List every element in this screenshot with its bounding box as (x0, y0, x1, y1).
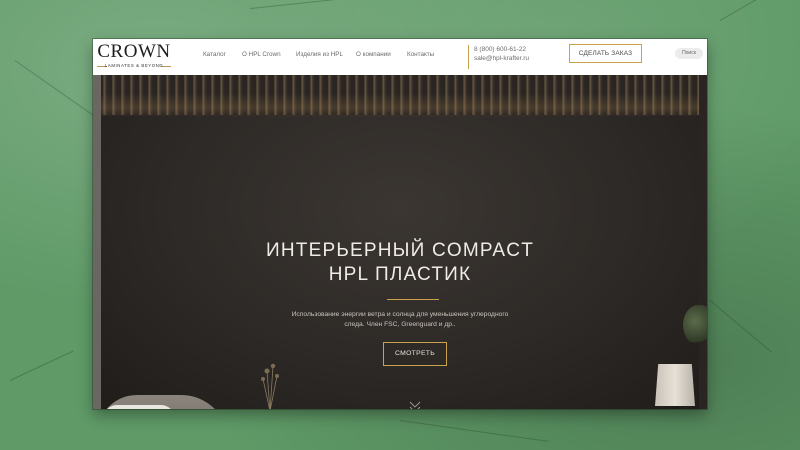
scroll-down-icon[interactable] (409, 400, 421, 409)
slats-light-glow (99, 93, 699, 117)
background-scratch (709, 300, 772, 353)
hero-description-line2: следа. Член FSC, Greenguard и др.. (344, 321, 456, 328)
hero-gold-divider (387, 299, 439, 300)
dried-flowers-decor (261, 363, 279, 409)
cushion-decor (103, 405, 175, 409)
phone-link[interactable]: 8 (800) 600-61-22 (474, 46, 526, 54)
nav-item-catalog[interactable]: Каталог (203, 51, 226, 59)
search-button[interactable]: Поиск (675, 48, 703, 59)
nav-item-contacts[interactable]: Контакты (407, 51, 434, 59)
nav-item-about-hpl[interactable]: О HPL Crown (242, 51, 281, 59)
hero-section: ИНТЕРЬЕРНЫЙ COMPACT HPL ПЛАСТИК Использо… (93, 75, 707, 409)
nav-item-hpl-products[interactable]: Изделия из HPL (296, 51, 343, 59)
site-header: CROWN LAMINATES & BEYOND Каталог О HPL C… (93, 39, 707, 75)
background-scratch (9, 350, 74, 381)
hero-title-line2: HPL ПЛАСТИК (328, 264, 472, 285)
contact-divider (468, 45, 469, 69)
nav-item-about-company[interactable]: О компании (356, 51, 391, 59)
background-scratch (399, 420, 549, 442)
order-button[interactable]: СДЕЛАТЬ ЗАКАЗ (569, 44, 642, 63)
logo-wordmark: CROWN (97, 41, 171, 62)
website-screenshot: CROWN LAMINATES & BEYOND Каталог О HPL C… (93, 39, 707, 409)
lamp-base-decor (671, 406, 679, 409)
lamp-shade-decor (655, 364, 695, 406)
background-scratch (249, 0, 370, 9)
hero-title-line1: ИНТЕРЬЕРНЫЙ COMPACT (265, 240, 534, 261)
view-button[interactable]: СМОТРЕТЬ (383, 342, 447, 366)
background-scratch (719, 0, 781, 21)
hero-description-line1: Использование энергии ветра и солнца для… (291, 311, 509, 318)
logo-tagline: LAMINATES & BEYOND (104, 63, 164, 68)
email-link[interactable]: sale@hpl-krafter.ru (474, 55, 529, 63)
crown-logo[interactable]: CROWN LAMINATES & BEYOND (95, 41, 173, 71)
